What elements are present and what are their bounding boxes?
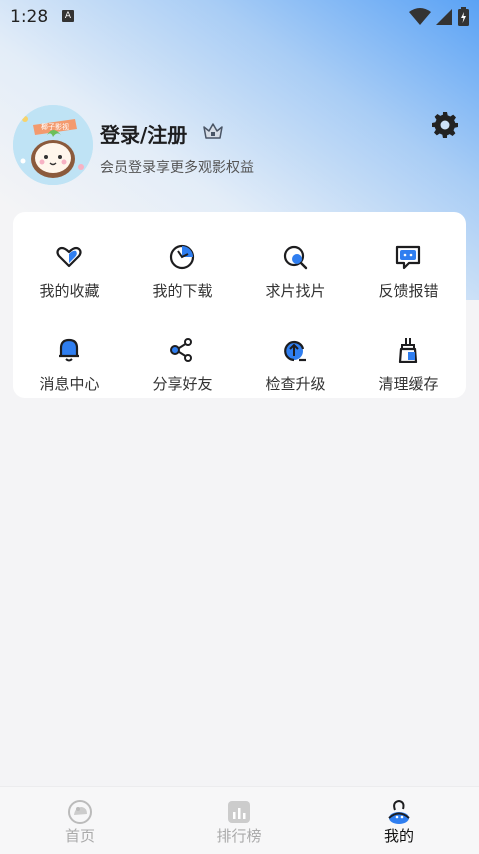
broom-icon <box>398 338 418 363</box>
status-bar: 1:28 A <box>0 0 479 34</box>
tab-home[interactable]: 首页 <box>20 787 140 854</box>
tab-label: 排行榜 <box>216 827 262 845</box>
bell-icon <box>59 338 79 362</box>
avatar[interactable]: 椰子影视 <box>13 105 93 185</box>
heart-icon <box>56 246 82 268</box>
menu-item-favorites[interactable]: 我的收藏 <box>13 224 126 304</box>
status-time: 1:28 <box>10 7 49 27</box>
menu-item-share[interactable]: 分享好友 <box>126 317 239 397</box>
menu-item-downloads[interactable]: 我的下载 <box>126 224 239 304</box>
profile-icon <box>388 799 410 824</box>
bottom-tab-bar: 首页 排行榜 我的 <box>0 786 479 854</box>
tab-mine[interactable]: 我的 <box>339 787 459 854</box>
profile-header: 椰子影视 登录/注册 会员登录享更多观影权益 <box>13 105 466 185</box>
gear-icon[interactable] <box>431 111 459 139</box>
menu-item-request-film[interactable]: 求片找片 <box>239 224 352 304</box>
menu-item-clear-cache[interactable]: 清理缓存 <box>352 317 465 397</box>
menu-item-label: 反馈报错 <box>378 282 439 300</box>
tab-label: 首页 <box>64 827 95 845</box>
menu-item-label: 消息中心 <box>39 375 100 393</box>
menu-card: 我的收藏 我的下载 求片找片 反馈报错 消息中心 分享好友 检查升级 清理缓存 <box>13 212 466 398</box>
menu-grid: 我的收藏 我的下载 求片找片 反馈报错 消息中心 分享好友 检查升级 清理缓存 <box>13 212 466 398</box>
menu-item-label: 清理缓存 <box>378 375 439 393</box>
menu-item-label: 我的下载 <box>152 282 213 300</box>
menu-item-label: 我的收藏 <box>39 282 100 300</box>
coconut-mascot-icon: 椰子影视 <box>13 105 93 185</box>
download-icon <box>169 244 195 270</box>
crown-icon <box>203 123 223 139</box>
menu-item-label: 求片找片 <box>265 282 326 300</box>
upgrade-icon <box>284 340 306 362</box>
tab-label: 我的 <box>383 827 414 845</box>
menu-item-label: 检查升级 <box>265 375 326 393</box>
ranking-icon <box>228 801 250 823</box>
menu-item-label: 分享好友 <box>152 375 213 393</box>
menu-item-messages[interactable]: 消息中心 <box>13 317 126 397</box>
login-register-link[interactable]: 登录/注册 <box>100 119 187 148</box>
member-subtitle: 会员登录享更多观影权益 <box>100 160 254 176</box>
search-film-icon <box>283 245 308 270</box>
menu-item-feedback[interactable]: 反馈报错 <box>352 224 465 304</box>
tab-ranking[interactable]: 排行榜 <box>179 787 299 854</box>
signal-icon <box>436 9 452 25</box>
home-icon <box>68 800 92 824</box>
notification-icon: A <box>62 10 74 22</box>
share-icon <box>170 338 192 362</box>
menu-item-upgrade[interactable]: 检查升级 <box>239 317 352 397</box>
battery-icon <box>458 7 469 26</box>
feedback-icon <box>395 245 421 270</box>
wifi-icon <box>409 8 431 25</box>
avatar-banner-text: 椰子影视 <box>41 122 69 131</box>
